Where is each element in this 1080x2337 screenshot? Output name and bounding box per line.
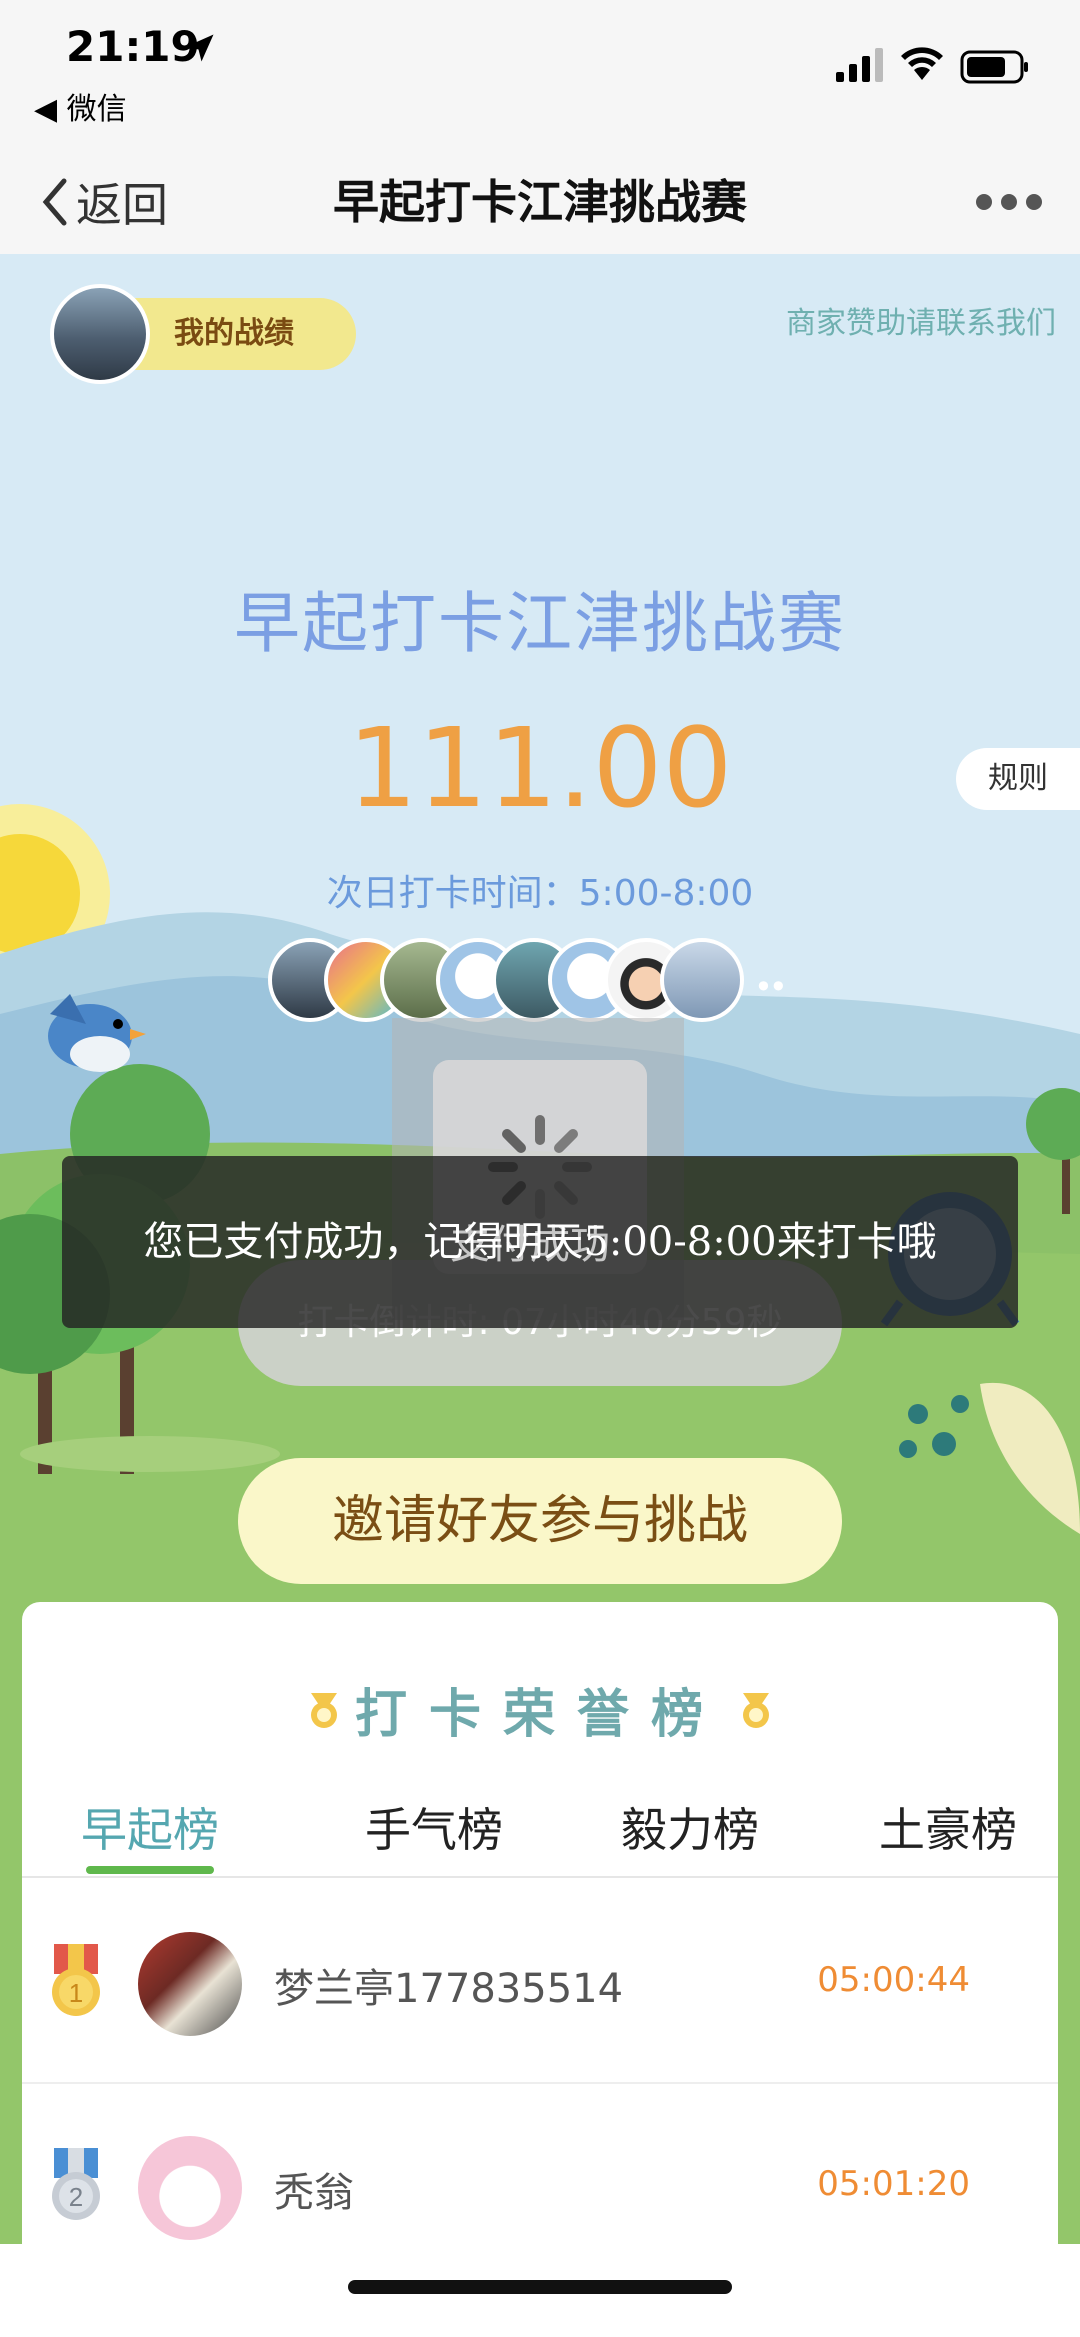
avatar <box>660 938 744 1022</box>
prize-amount: 111.00 <box>347 704 733 832</box>
leaderboard-tabs: 早起榜 手气榜 毅力榜 土豪榜 <box>22 1798 1058 1878</box>
user-name: 秃翁 <box>274 2170 354 2216</box>
more-participants-indicator: •• <box>754 968 788 1006</box>
user-name: 梦兰亭177835514 <box>274 1966 624 2012</box>
more-menu-button[interactable] <box>976 186 1042 218</box>
gold-medal-icon: 1 <box>52 1944 100 2016</box>
home-indicator-area <box>0 2244 1080 2337</box>
checkin-time: 05:00:44 <box>817 1960 970 2000</box>
tab-big-spender[interactable]: 土豪榜 <box>868 1798 1028 1876</box>
medal-icon <box>743 1692 769 1728</box>
active-tab-indicator <box>86 1866 214 1874</box>
avatar <box>138 2136 242 2240</box>
dot-icon <box>976 194 992 210</box>
my-avatar[interactable] <box>50 284 150 384</box>
tab-early-rise[interactable]: 早起榜 <box>70 1798 230 1876</box>
sponsor-contact-link[interactable]: 商家赞助请联系我们 <box>786 298 1056 342</box>
svg-text:1: 1 <box>69 1978 83 2008</box>
back-to-wechat[interactable]: ◀ 微信 <box>34 84 127 128</box>
clock: 21:19 <box>66 22 200 71</box>
payment-success-label: 支付成功 <box>450 1222 610 1268</box>
challenge-title: 早起打卡江津挑战赛 <box>234 585 846 662</box>
checkin-time: 05:01:20 <box>817 2164 970 2204</box>
svg-text:2: 2 <box>69 2182 83 2212</box>
invite-friends-button[interactable]: 邀请好友参与挑战 <box>238 1458 842 1584</box>
avatar <box>138 1932 242 2036</box>
participant-avatars[interactable]: •• <box>268 938 788 1022</box>
nav-bar: 返回 早起打卡江津挑战赛 <box>0 150 1080 254</box>
dot-icon <box>1001 194 1017 210</box>
table-row[interactable]: 2 秃翁 05:01:20 <box>22 2084 1058 2244</box>
tab-luck[interactable]: 手气榜 <box>354 1798 514 1876</box>
rules-button[interactable]: 规则 <box>956 748 1080 810</box>
battery-icon <box>960 50 1028 84</box>
home-indicator[interactable] <box>348 2280 732 2294</box>
wifi-icon <box>901 47 943 80</box>
status-bar: 21:19 ◀ 微信 <box>0 0 1080 150</box>
table-row[interactable]: 1 梦兰亭177835514 05:00:44 <box>22 1880 1058 2084</box>
page-title: 早起打卡江津挑战赛 <box>333 175 747 229</box>
location-arrow-icon <box>186 34 214 62</box>
silver-medal-icon: 2 <box>52 2148 100 2220</box>
leaderboard-title: 打卡荣誉榜 <box>354 1685 725 1745</box>
dot-icon <box>1026 194 1042 210</box>
tab-perseverance[interactable]: 毅力榜 <box>610 1798 770 1876</box>
cellular-signal-icon <box>836 48 883 82</box>
honor-leaderboard: 打卡荣誉榜 早起榜 手气榜 毅力榜 土豪榜 1 梦兰亭177835514 05:… <box>22 1602 1058 2244</box>
medal-icon <box>310 1692 337 1728</box>
next-checkin-time: 次日打卡时间：5:00-8:00 <box>326 873 754 914</box>
leaderboard-header: 打卡荣誉榜 <box>22 1672 1058 1747</box>
